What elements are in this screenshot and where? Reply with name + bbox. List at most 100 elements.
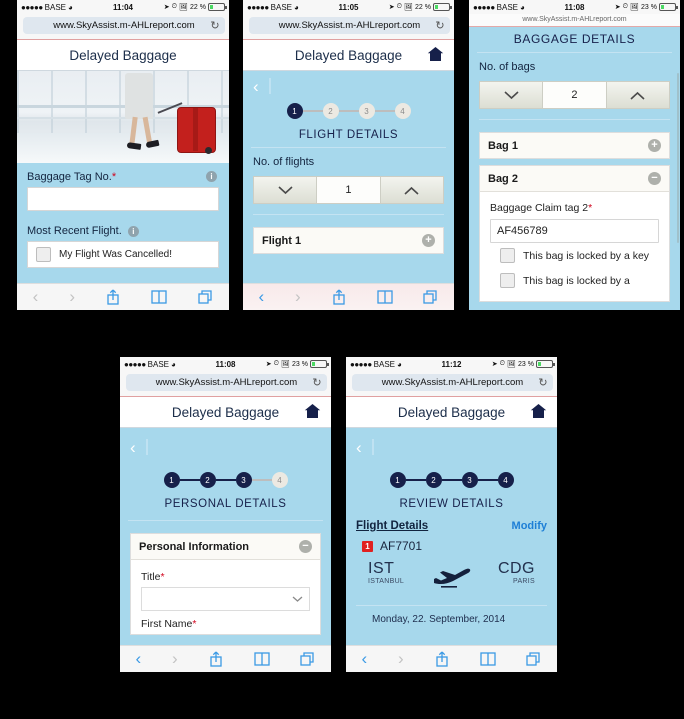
info-icon[interactable]: i	[206, 171, 217, 182]
tabs-icon[interactable]	[198, 289, 213, 305]
personal-information-body: Title* First Name*	[131, 560, 320, 634]
reload-icon[interactable]: ↻	[207, 18, 223, 34]
share-icon[interactable]	[106, 289, 120, 305]
modify-link[interactable]: Modify	[512, 520, 547, 532]
browser-url-bar[interactable]: www.SkyAssist.m-AHLreport.com ↻	[120, 371, 331, 397]
step-3[interactable]: 3	[461, 472, 478, 488]
scrollbar[interactable]	[677, 73, 679, 243]
bag-1-card[interactable]: Bag 1 +	[479, 132, 670, 159]
browser-forward-icon[interactable]: ›	[69, 287, 75, 307]
browser-url-bar[interactable]: www.SkyAssist.m-AHLreport.com ↻	[17, 14, 229, 40]
back-row[interactable]: ‹	[243, 71, 454, 101]
back-icon[interactable]: ‹	[130, 439, 136, 456]
info-icon[interactable]: i	[127, 225, 139, 237]
personal-information-header[interactable]: Personal Information −	[131, 534, 320, 560]
step-4[interactable]: 4	[394, 103, 411, 119]
bookmarks-icon[interactable]	[479, 652, 496, 666]
origin-block: IST ISTANBUL	[368, 560, 404, 585]
stepper-decrement-button[interactable]	[253, 176, 318, 204]
browser-url-bar-collapsed[interactable]: www.SkyAssist.m-AHLreport.com	[469, 14, 680, 27]
home-icon[interactable]	[427, 46, 444, 62]
reload-icon[interactable]: ↻	[535, 375, 551, 391]
origin-code: IST	[368, 560, 395, 577]
divider	[253, 214, 444, 215]
browser-back-icon[interactable]: ‹	[258, 287, 264, 307]
reload-icon[interactable]: ↻	[432, 18, 448, 34]
personal-information-card[interactable]: Personal Information − Title* First Name…	[130, 533, 321, 635]
flight-cancelled-row[interactable]: My Flight Was Cancelled!	[27, 241, 219, 268]
tabs-icon[interactable]	[423, 289, 438, 305]
locked-by-other-checkbox[interactable]	[500, 273, 515, 288]
stepper-decrement-button[interactable]	[479, 81, 544, 109]
step-3[interactable]: 3	[235, 472, 252, 488]
browser-url-bar[interactable]: www.SkyAssist.m-AHLreport.com ↻	[346, 371, 557, 397]
browser-url-bar[interactable]: www.SkyAssist.m-AHLreport.com ↻	[243, 14, 454, 40]
step-4[interactable]: 4	[271, 472, 288, 488]
browser-back-icon[interactable]: ‹	[361, 649, 367, 669]
back-icon[interactable]: ‹	[356, 439, 362, 456]
share-icon[interactable]	[209, 651, 223, 667]
reload-icon[interactable]: ↻	[309, 375, 325, 391]
bookmarks-icon[interactable]	[376, 290, 393, 304]
tabs-icon[interactable]	[300, 651, 315, 667]
share-icon[interactable]	[435, 651, 449, 667]
url-input[interactable]: www.SkyAssist.m-AHLreport.com	[352, 374, 553, 391]
browser-forward-icon[interactable]: ›	[295, 287, 301, 307]
bookmarks-icon[interactable]	[253, 652, 270, 666]
minus-circle-icon[interactable]: −	[648, 172, 661, 185]
browser-back-icon[interactable]: ‹	[33, 287, 39, 307]
battery-icon	[433, 3, 452, 11]
flight-cancelled-label: My Flight Was Cancelled!	[59, 249, 172, 260]
url-input[interactable]: www.SkyAssist.m-AHLreport.com	[126, 374, 327, 391]
no-of-flights-stepper[interactable]: 1	[253, 176, 444, 204]
step-indicator: 1 2 3 4	[243, 103, 454, 119]
back-icon[interactable]: ‹	[253, 78, 259, 95]
share-icon[interactable]	[332, 289, 346, 305]
locked-by-key-checkbox[interactable]	[500, 248, 515, 263]
locked-by-key-row[interactable]: This bag is locked by a key	[490, 243, 659, 268]
flight-1-card-header[interactable]: Flight 1 +	[254, 228, 443, 253]
step-2[interactable]: 2	[322, 103, 339, 119]
browser-toolbar: ‹ ›	[243, 283, 454, 310]
url-input[interactable]: www.SkyAssist.m-AHLreport.com	[23, 17, 225, 34]
stepper-increment-button[interactable]	[605, 81, 670, 109]
airplane-icon	[431, 566, 473, 593]
url-input[interactable]: www.SkyAssist.m-AHLreport.com	[249, 17, 450, 34]
divider	[479, 119, 670, 120]
step-4[interactable]: 4	[497, 472, 514, 488]
home-icon[interactable]	[304, 403, 321, 419]
step-connector	[338, 110, 359, 112]
bag-1-card-header[interactable]: Bag 1 +	[480, 133, 669, 158]
flight-row: 1 AF7701	[346, 536, 557, 556]
plus-circle-icon[interactable]: +	[648, 139, 661, 152]
home-icon[interactable]	[530, 403, 547, 419]
step-2[interactable]: 2	[199, 472, 216, 488]
flight-1-card[interactable]: Flight 1 +	[253, 227, 444, 254]
flight-cancelled-checkbox[interactable]	[36, 247, 51, 262]
locked-by-other-row[interactable]: This bag is locked by a	[490, 268, 659, 293]
title-field-label-text: Title	[141, 571, 161, 583]
no-of-bags-stepper[interactable]: 2	[479, 81, 670, 109]
phone-screen-landing: ●●●●● BASE ◕ 11:04 ➤ ⏲ 🖼 22 % www.SkyAss…	[17, 0, 229, 310]
minus-circle-icon[interactable]: −	[299, 540, 312, 553]
browser-forward-icon[interactable]: ›	[172, 649, 178, 669]
claim-tag-input[interactable]: AF456789	[490, 219, 659, 243]
tabs-icon[interactable]	[526, 651, 541, 667]
step-1[interactable]: 1	[163, 472, 180, 488]
section-title: REVIEW DETAILS	[399, 498, 504, 510]
title-select[interactable]	[141, 587, 310, 611]
back-row[interactable]: ‹	[346, 428, 557, 466]
browser-back-icon[interactable]: ‹	[135, 649, 141, 669]
step-2[interactable]: 2	[425, 472, 442, 488]
browser-forward-icon[interactable]: ›	[398, 649, 404, 669]
bag-2-card-header[interactable]: Bag 2 −	[480, 166, 669, 192]
step-3[interactable]: 3	[358, 103, 375, 119]
back-row[interactable]: ‹	[120, 428, 331, 466]
step-1[interactable]: 1	[286, 103, 303, 119]
step-1[interactable]: 1	[389, 472, 406, 488]
bookmarks-icon[interactable]	[151, 290, 167, 304]
bag-2-card[interactable]: Bag 2 − Baggage Claim tag 2* AF456789 Th…	[479, 165, 670, 302]
baggage-tag-input[interactable]	[27, 187, 219, 211]
plus-circle-icon[interactable]: +	[422, 234, 435, 247]
stepper-increment-button[interactable]	[379, 176, 444, 204]
